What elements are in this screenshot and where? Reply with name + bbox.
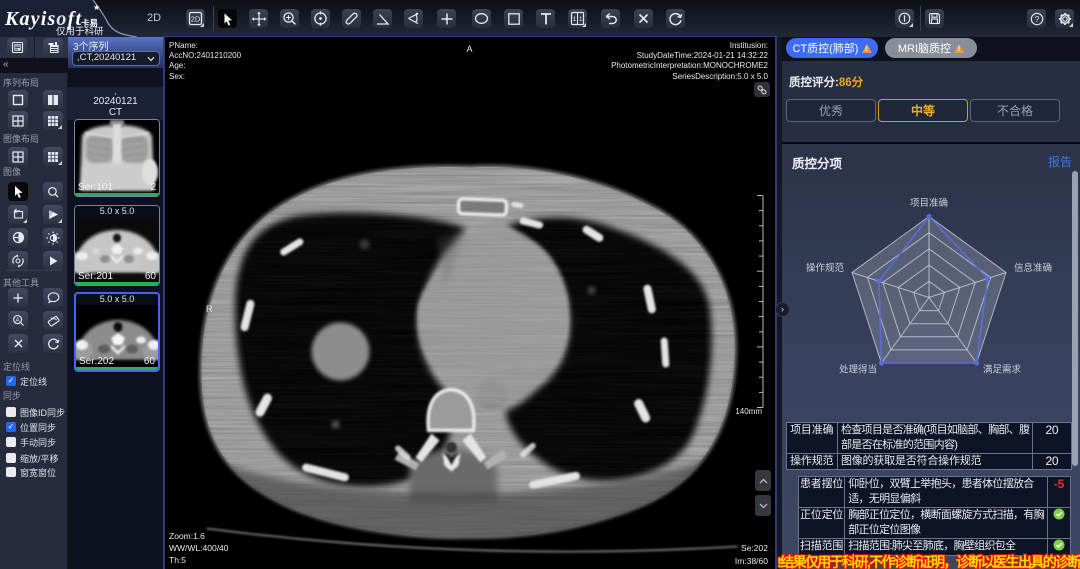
svg-text:项目准确: 项目准确 [910,197,948,209]
svg-text:操作规范: 操作规范 [806,262,845,274]
svg-text:1: 1 [579,16,583,23]
svg-text:信息准确: 信息准确 [1014,262,1052,274]
svg-text:仅用于科研: 仅用于科研 [56,26,104,38]
svg-text:★: ★ [93,3,100,12]
svg-text:处理得当: 处理得当 [839,364,877,376]
svg-text:满足需求: 满足需求 [983,364,1022,376]
svg-text:A: A [15,317,20,324]
svg-text:?: ? [1034,15,1039,24]
svg-text:1: 1 [573,16,577,23]
